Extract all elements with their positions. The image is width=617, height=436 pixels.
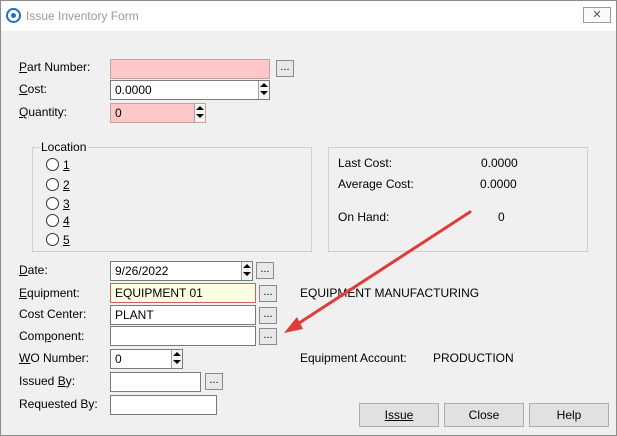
- equipment-lookup-button[interactable]: ...: [259, 285, 277, 302]
- spin-down-icon[interactable]: [260, 91, 268, 95]
- last-cost-label: Last Cost:: [338, 156, 393, 170]
- radio-icon[interactable]: [46, 233, 59, 246]
- last-cost-value: 0.0000: [481, 156, 518, 170]
- wo-number-spinner[interactable]: [171, 350, 182, 368]
- part-number-input[interactable]: [110, 59, 270, 79]
- issued-by-label: Issued By:: [19, 374, 76, 388]
- on-hand-value: 0: [498, 210, 505, 224]
- spin-up-icon[interactable]: [260, 83, 268, 87]
- cost-center-input[interactable]: PLANT: [110, 305, 256, 325]
- average-cost-value: 0.0000: [480, 177, 517, 191]
- date-input[interactable]: 9/26/2022: [110, 261, 253, 281]
- spin-up-icon[interactable]: [196, 106, 204, 110]
- location-option-label: 1: [63, 158, 70, 172]
- location-option-label: 5: [63, 233, 70, 247]
- wo-number-label: WO Number:: [19, 351, 90, 365]
- part-number-label: Part Number:: [19, 60, 91, 74]
- equipment-label: Equipment:: [19, 286, 80, 300]
- cost-value: 0.0000: [115, 83, 152, 97]
- title-bar: Issue Inventory Form ✕: [1, 1, 616, 31]
- component-lookup-button[interactable]: ...: [259, 328, 277, 345]
- requested-by-label: Requested By:: [19, 397, 98, 411]
- equipment-description: EQUIPMENT MANUFACTURING: [300, 286, 480, 300]
- quantity-spinner[interactable]: [194, 104, 205, 122]
- cost-center-label: Cost Center:: [19, 307, 87, 321]
- location-option-label: 3: [63, 197, 70, 211]
- help-button-label: Help: [556, 408, 582, 422]
- quantity-input[interactable]: 0: [110, 103, 206, 123]
- radio-icon[interactable]: [46, 197, 59, 210]
- spin-down-icon[interactable]: [173, 360, 181, 364]
- wo-number-input[interactable]: 0: [110, 349, 183, 369]
- location-option-label: 4: [63, 214, 70, 228]
- window-close-button[interactable]: ✕: [583, 7, 611, 23]
- location-group: [32, 147, 312, 252]
- close-button-label: Close: [468, 408, 500, 422]
- cost-input[interactable]: 0.0000: [110, 80, 270, 100]
- issue-inventory-window: Issue Inventory Form ✕ Part Number: ... …: [0, 0, 617, 436]
- wo-number-value: 0: [115, 352, 122, 366]
- issue-button[interactable]: Issue: [359, 403, 439, 427]
- annotation-arrow-head: [284, 317, 303, 333]
- equipment-account-value: PRODUCTION: [433, 351, 514, 365]
- on-hand-label: On Hand:: [338, 210, 390, 224]
- date-value: 9/26/2022: [115, 264, 169, 278]
- spin-up-icon[interactable]: [173, 352, 181, 356]
- close-button[interactable]: Close: [444, 403, 524, 427]
- date-spinner[interactable]: [241, 262, 252, 280]
- cost-label: Cost:: [19, 82, 48, 96]
- location-group-title: Location: [39, 140, 89, 154]
- window-title: Issue Inventory Form: [26, 9, 139, 23]
- requested-by-input[interactable]: [110, 395, 217, 415]
- equipment-input[interactable]: EQUIPMENT 01: [110, 283, 256, 303]
- quantity-value: 0: [115, 106, 122, 120]
- spin-down-icon[interactable]: [196, 114, 204, 118]
- cost-spinner[interactable]: [258, 81, 269, 99]
- part-number-lookup-button[interactable]: ...: [276, 60, 294, 77]
- average-cost-label: Average Cost:: [338, 177, 414, 191]
- quantity-label: Quantity:: [19, 105, 68, 119]
- issued-by-lookup-button[interactable]: ...: [205, 373, 223, 390]
- equipment-account-label: Equipment Account:: [300, 351, 407, 365]
- help-button[interactable]: Help: [529, 403, 609, 427]
- app-icon: [6, 8, 21, 23]
- issue-button-label: Issue: [384, 408, 414, 422]
- part-number-label-text: art Number:: [27, 60, 91, 74]
- date-label: Date:: [19, 263, 48, 277]
- date-picker-button[interactable]: ...: [256, 262, 274, 279]
- cost-center-lookup-button[interactable]: ...: [259, 307, 277, 324]
- radio-icon[interactable]: [46, 214, 59, 227]
- issued-by-input[interactable]: [110, 372, 201, 392]
- radio-icon[interactable]: [46, 178, 59, 191]
- component-input[interactable]: [110, 326, 256, 346]
- component-label: Component:: [19, 329, 85, 343]
- location-option-label: 2: [63, 178, 70, 192]
- spin-up-icon[interactable]: [243, 264, 251, 268]
- spin-down-icon[interactable]: [243, 272, 251, 276]
- radio-icon[interactable]: [46, 158, 59, 171]
